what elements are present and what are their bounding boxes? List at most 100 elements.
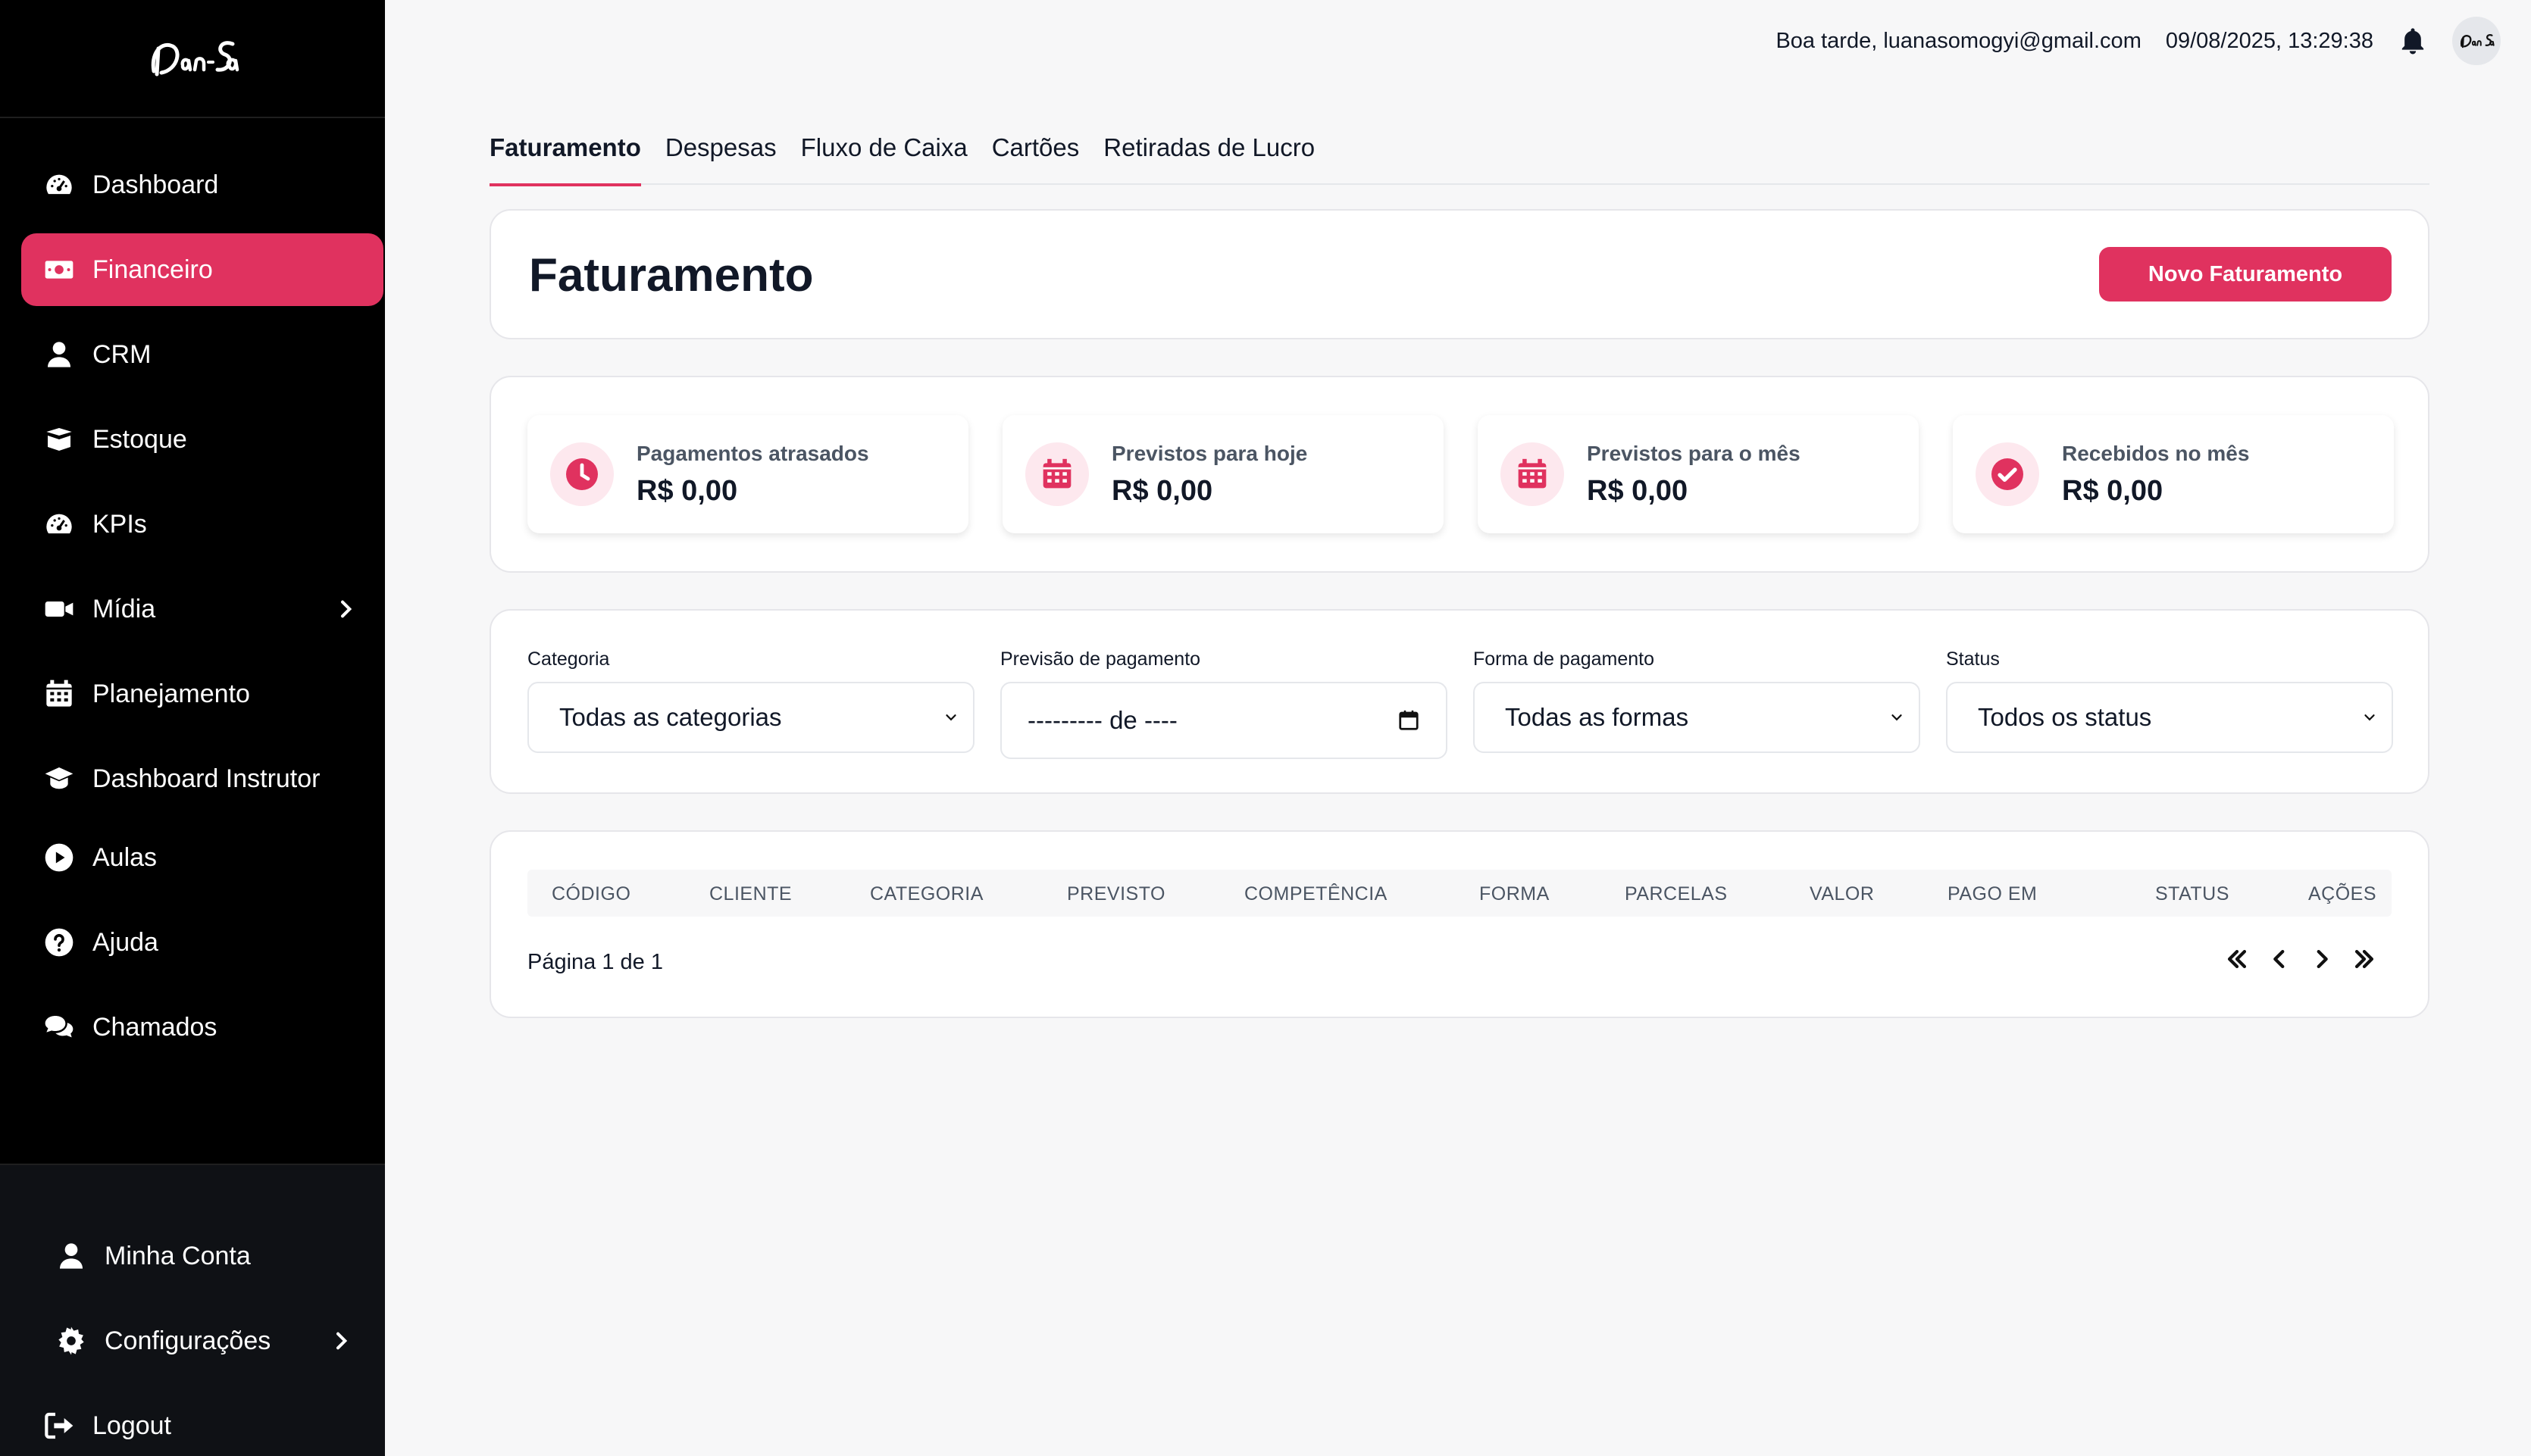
sidebar-item-configuracoes[interactable]: Configurações — [33, 1304, 374, 1377]
column-header-categoria[interactable]: CATEGORIA — [870, 883, 984, 905]
column-header-codigo[interactable]: CÓDIGO — [552, 883, 630, 905]
sidebar-item-logout[interactable]: Logout — [21, 1389, 383, 1456]
avatar[interactable] — [2452, 17, 2501, 65]
sidebar-item-label: Dashboard — [92, 170, 219, 199]
calendar-icon[interactable] — [1397, 709, 1420, 732]
payment-method-select[interactable]: Todas as formas — [1473, 682, 1920, 753]
question-circle-icon — [42, 926, 76, 959]
filter-previsao: Previsão de pagamento --------- de ---- — [1000, 648, 1447, 759]
user-icon — [42, 338, 76, 371]
stat-label: Previstos para o mês — [1587, 441, 1800, 465]
chevron-down-icon — [946, 714, 956, 721]
sidebar-item-minha-conta[interactable]: Minha Conta — [33, 1220, 374, 1292]
stat-label: Pagamentos atrasados — [637, 441, 869, 465]
sidebar-item-label: Estoque — [92, 424, 187, 454]
sidebar-item-ajuda[interactable]: Ajuda — [21, 906, 383, 979]
brand-logo[interactable] — [0, 0, 385, 118]
tab-despesas[interactable]: Despesas — [665, 127, 777, 185]
dansa-logo-icon — [2460, 34, 2495, 48]
column-header-cliente[interactable]: CLIENTE — [709, 883, 792, 905]
graduation-cap-icon — [42, 762, 76, 795]
sidebar-item-label: Aulas — [92, 842, 158, 872]
sidebar-item-crm[interactable]: CRM — [21, 318, 383, 391]
comments-icon — [42, 1011, 76, 1044]
play-circle-icon — [42, 841, 76, 874]
money-bill-icon — [42, 253, 76, 286]
datetime-text: 09/08/2025, 13:29:38 — [2165, 28, 2373, 53]
stat-card-today: Previstos para hoje R$ 0,00 — [1003, 415, 1444, 533]
filter-status: Status Todos os status — [1946, 648, 2393, 753]
pagination-controls — [2223, 945, 2378, 973]
stats-card: Pagamentos atrasados R$ 0,00 Previstos p… — [490, 376, 2429, 573]
sidebar-item-label: Financeiro — [92, 255, 213, 284]
sidebar-item-chamados[interactable]: Chamados — [21, 991, 383, 1064]
sidebar-item-kpis[interactable]: KPIs — [21, 488, 383, 561]
next-page-icon[interactable] — [2308, 945, 2335, 973]
column-header-valor[interactable]: VALOR — [1810, 883, 1874, 905]
stat-value: R$ 0,00 — [2062, 474, 2163, 507]
invoices-table-card: CÓDIGO CLIENTE CATEGORIA PREVISTO COMPET… — [490, 830, 2429, 1018]
stat-card-overdue: Pagamentos atrasados R$ 0,00 — [527, 415, 968, 533]
filter-forma: Forma de pagamento Todas as formas — [1473, 648, 1920, 753]
column-header-previsto[interactable]: PREVISTO — [1067, 883, 1165, 905]
filter-label: Status — [1946, 648, 2000, 670]
select-value: Todos os status — [1978, 703, 2152, 731]
select-value: Todas as categorias — [559, 703, 782, 731]
sidebar-item-label: CRM — [92, 339, 152, 369]
stat-value: R$ 0,00 — [1587, 474, 1688, 507]
stat-label: Recebidos no mês — [2062, 441, 2250, 465]
sidebar-item-label: KPIs — [92, 509, 147, 539]
status-select[interactable]: Todos os status — [1946, 682, 2393, 753]
stat-label: Previstos para hoje — [1112, 441, 1308, 465]
sidebar-item-label: Planejamento — [92, 679, 250, 708]
bell-icon[interactable] — [2398, 24, 2428, 58]
filter-label: Categoria — [527, 648, 610, 670]
column-header-competencia[interactable]: COMPETÊNCIA — [1244, 883, 1388, 905]
filter-label: Previsão de pagamento — [1000, 648, 1201, 670]
sidebar-item-aulas[interactable]: Aulas — [21, 821, 383, 894]
sidebar-item-label: Ajuda — [92, 927, 158, 957]
category-select[interactable]: Todas as categorias — [527, 682, 975, 753]
column-header-acoes: AÇÕES — [2308, 883, 2377, 905]
month-input-value: --------- de ---- — [1028, 706, 1178, 734]
pagination-info: Página 1 de 1 — [527, 950, 663, 974]
tab-retiradas-de-lucro[interactable]: Retiradas de Lucro — [1103, 127, 1315, 185]
sidebar-item-midia[interactable]: Mídia — [21, 573, 383, 645]
box-icon — [42, 423, 76, 456]
tab-cartoes[interactable]: Cartões — [992, 127, 1080, 185]
filters-card: Categoria Todas as categorias Previsão d… — [490, 609, 2429, 794]
payment-month-input[interactable]: --------- de ---- — [1000, 682, 1447, 759]
column-header-forma[interactable]: FORMA — [1479, 883, 1550, 905]
title-card: Faturamento Novo Faturamento — [490, 209, 2429, 339]
last-page-icon[interactable] — [2351, 945, 2378, 973]
greeting-text: Boa tarde, luanasomogyi@gmail.com — [1775, 28, 2141, 53]
sidebar-footer: Minha Conta Configurações Logout — [0, 1164, 385, 1456]
sidebar-item-planejamento[interactable]: Planejamento — [21, 658, 383, 730]
table-header: CÓDIGO CLIENTE CATEGORIA PREVISTO COMPET… — [527, 870, 2392, 917]
new-invoice-button[interactable]: Novo Faturamento — [2099, 247, 2392, 302]
logout-icon — [42, 1409, 76, 1442]
previous-page-icon[interactable] — [2266, 945, 2293, 973]
check-circle-icon — [1976, 442, 2039, 506]
sidebar-item-dashboard[interactable]: Dashboard — [21, 148, 383, 221]
sidebar-item-label: Configurações — [105, 1326, 271, 1355]
sidebar-item-dashboard-instrutor[interactable]: Dashboard Instrutor — [21, 742, 383, 815]
sidebar-item-financeiro[interactable]: Financeiro — [21, 233, 383, 306]
video-icon — [42, 592, 76, 626]
tab-faturamento[interactable]: Faturamento — [490, 127, 641, 186]
column-header-pago-em[interactable]: PAGO EM — [1948, 883, 2037, 905]
top-bar: Boa tarde, luanasomogyi@gmail.com 09/08/… — [1775, 15, 2501, 67]
stat-value: R$ 0,00 — [1112, 474, 1213, 507]
gauge-icon — [42, 168, 76, 202]
sidebar-item-label: Minha Conta — [105, 1241, 251, 1270]
sidebar-item-label: Mídia — [92, 594, 156, 623]
tab-fluxo-de-caixa[interactable]: Fluxo de Caixa — [801, 127, 968, 185]
sidebar-item-estoque[interactable]: Estoque — [21, 403, 383, 476]
calendar-icon — [42, 677, 76, 711]
column-header-status[interactable]: STATUS — [2155, 883, 2229, 905]
column-header-parcelas[interactable]: PARCELAS — [1625, 883, 1728, 905]
gauge-icon — [42, 508, 76, 541]
page-title: Faturamento — [529, 249, 814, 302]
first-page-icon[interactable] — [2223, 945, 2251, 973]
clock-icon — [550, 442, 614, 506]
